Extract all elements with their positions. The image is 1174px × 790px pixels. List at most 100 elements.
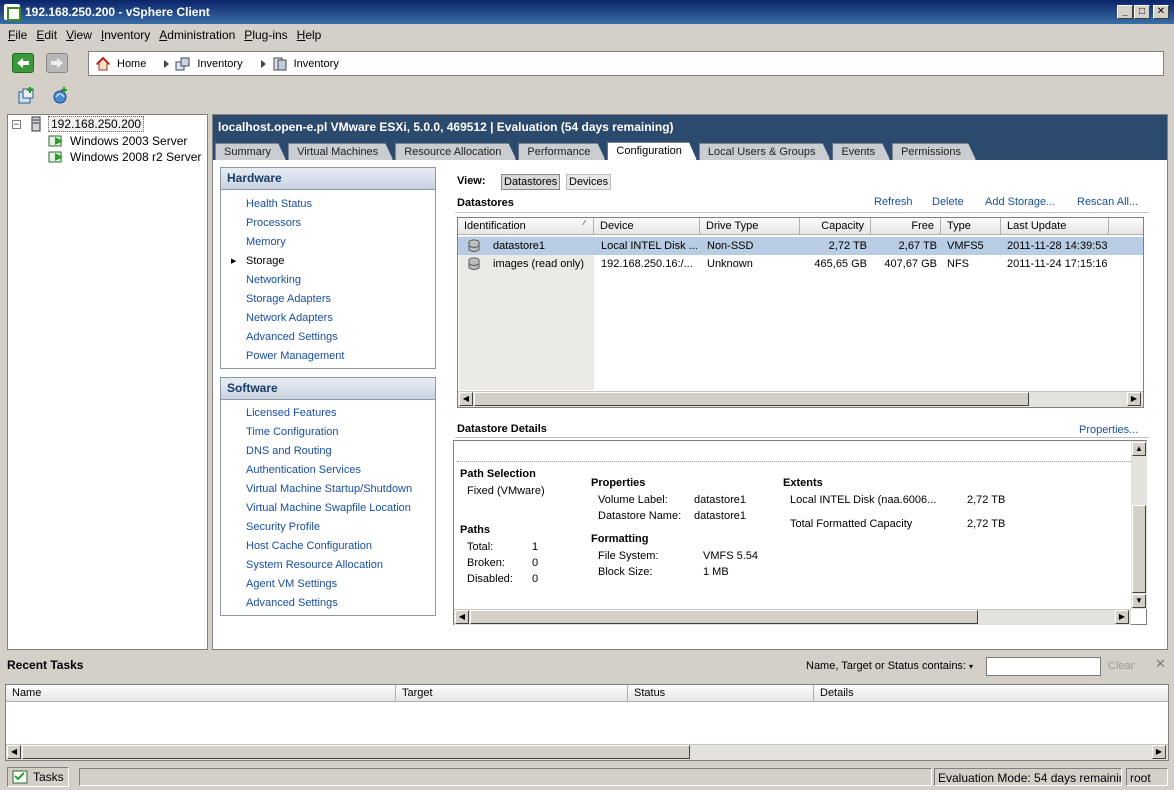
sw-vm-swapfile-location[interactable]: Virtual Machine Swapfile Location [246,502,411,514]
scroll-down-icon[interactable]: ▼ [1132,594,1146,608]
close-button[interactable]: ✕ [1153,5,1169,19]
filter-input[interactable] [986,657,1101,676]
hw-memory[interactable]: Memory [246,236,286,248]
scroll-thumb[interactable] [22,745,690,759]
rescan-all-link[interactable]: Rescan All... [1077,196,1138,208]
scroll-thumb[interactable] [470,610,978,624]
clear-button[interactable]: Clear [1108,660,1134,672]
tab-summary[interactable]: Summary [215,143,286,160]
hw-advanced-settings[interactable]: Advanced Settings [246,331,338,343]
breadcrumb: Home Inventory Inventory [88,51,1164,76]
properties-link[interactable]: Properties... [1079,424,1138,436]
col-capacity[interactable]: Capacity [800,218,871,235]
sw-time-configuration[interactable]: Time Configuration [246,426,339,438]
tab-performance[interactable]: Performance [518,143,605,160]
col-type[interactable]: Type [941,218,1001,235]
maximize-button[interactable]: □ [1134,5,1150,19]
tasks-horizontal-scrollbar[interactable]: ◀ ▶ [6,744,1168,760]
refresh-link[interactable]: Refresh [874,196,913,208]
table-row[interactable]: images (read only) 192.168.250.16:/... U… [458,255,1143,273]
tab-virtual-machines[interactable]: Virtual Machines [288,143,393,160]
tree-vm-windows-2008[interactable]: Windows 2008 r2 Server [48,149,201,165]
menu-administration[interactable]: Administration [159,28,235,42]
details-vertical-scrollbar[interactable]: ▲ ▼ [1131,441,1147,609]
tree-vm-windows-2003[interactable]: Windows 2003 Server [48,133,187,149]
menu-edit[interactable]: Edit [36,28,57,42]
sw-licensed-features[interactable]: Licensed Features [246,407,337,419]
tasks-icon [12,770,28,784]
scroll-right-icon[interactable]: ▶ [1127,392,1141,406]
breadcrumb-home[interactable]: Home [95,56,146,72]
forward-button[interactable] [46,53,68,73]
tree-host[interactable]: 192.168.250.200 [28,116,145,132]
delete-link[interactable]: Delete [932,196,964,208]
details-horizontal-scrollbar[interactable]: ◀ ▶ [454,609,1131,625]
col-free[interactable]: Free [871,218,941,235]
breadcrumb-inventory-1[interactable]: Inventory [175,56,243,72]
menu-plugins[interactable]: Plug-ins [244,28,287,42]
hw-storage-adapters[interactable]: Storage Adapters [246,293,331,305]
menu-inventory[interactable]: Inventory [101,28,150,42]
breadcrumb-inventory-2[interactable]: Inventory [272,56,339,72]
back-arrow-icon [17,58,29,68]
tab-events[interactable]: Events [832,143,890,160]
hw-networking[interactable]: Networking [246,274,301,286]
cell-drive-type: Unknown [707,258,753,270]
scroll-left-icon[interactable]: ◀ [459,392,473,406]
hw-storage[interactable]: Storage [246,255,285,267]
close-panel-icon[interactable]: ✕ [1155,656,1166,672]
menu-file[interactable]: File [8,28,27,42]
tab-permissions[interactable]: Permissions [892,143,976,160]
tasks-button[interactable]: Tasks [7,767,69,787]
scroll-thumb[interactable] [474,392,1029,406]
scroll-left-icon[interactable]: ◀ [7,745,21,759]
back-button[interactable] [12,53,34,73]
vm-powered-on-icon [48,135,63,147]
new-vm-icon[interactable] [17,87,35,108]
minimize-button[interactable]: _ [1117,5,1133,19]
tab-local-users-groups[interactable]: Local Users & Groups [699,143,831,160]
sw-host-cache-configuration[interactable]: Host Cache Configuration [246,540,372,552]
hw-power-management[interactable]: Power Management [246,350,344,362]
hw-processors[interactable]: Processors [246,217,301,229]
add-storage-link[interactable]: Add Storage... [985,196,1055,208]
tab-resource-allocation[interactable]: Resource Allocation [395,143,516,160]
hw-health-status[interactable]: Health Status [246,198,312,210]
col-target[interactable]: Target [396,685,628,702]
filter-label[interactable]: Name, Target or Status contains: ▾ [806,660,973,672]
scroll-left-icon[interactable]: ◀ [455,610,469,624]
view-datastores-button[interactable]: Datastores [501,174,561,190]
col-identification[interactable]: Identification ⁄ [458,218,594,235]
scroll-right-icon[interactable]: ▶ [1152,745,1166,759]
sw-authentication-services[interactable]: Authentication Services [246,464,361,476]
sw-dns-routing[interactable]: DNS and Routing [246,445,332,457]
col-last-update[interactable]: Last Update [1001,218,1109,235]
add-datacenter-icon[interactable] [51,87,69,108]
col-status[interactable]: Status [628,685,814,702]
scroll-thumb[interactable] [1132,505,1146,593]
datastore-name-label: Datastore Name: [598,510,682,522]
properties-title: Properties [591,477,646,489]
collapse-toggle-icon[interactable]: − [12,120,21,129]
divider [455,212,1149,213]
sw-security-profile[interactable]: Security Profile [246,521,320,533]
col-drive-type[interactable]: Drive Type [700,218,800,235]
col-name[interactable]: Name [6,685,396,702]
sw-agent-vm-settings[interactable]: Agent VM Settings [246,578,337,590]
menu-help[interactable]: Help [297,28,322,42]
scroll-up-icon[interactable]: ▲ [1132,442,1146,456]
menu-view[interactable]: View [66,28,92,42]
tab-configuration[interactable]: Configuration [607,142,696,160]
sw-system-resource-allocation[interactable]: System Resource Allocation [246,559,383,571]
col-details[interactable]: Details [814,685,1168,702]
table-row[interactable]: datastore1 Local INTEL Disk ... Non-SSD … [458,237,1143,255]
scroll-right-icon[interactable]: ▶ [1115,610,1129,624]
col-device[interactable]: Device [594,218,700,235]
sw-advanced-settings[interactable]: Advanced Settings [246,597,338,609]
total-formatted-capacity-value: 2,72 TB [967,518,1006,530]
sw-vm-startup-shutdown[interactable]: Virtual Machine Startup/Shutdown [246,483,412,495]
hw-network-adapters[interactable]: Network Adapters [246,312,333,324]
view-devices-button[interactable]: Devices [566,174,612,190]
host-title: localhost.open-e.pl VMware ESXi, 5.0.0, … [218,120,674,134]
datastores-horizontal-scrollbar[interactable]: ◀ ▶ [458,391,1143,407]
